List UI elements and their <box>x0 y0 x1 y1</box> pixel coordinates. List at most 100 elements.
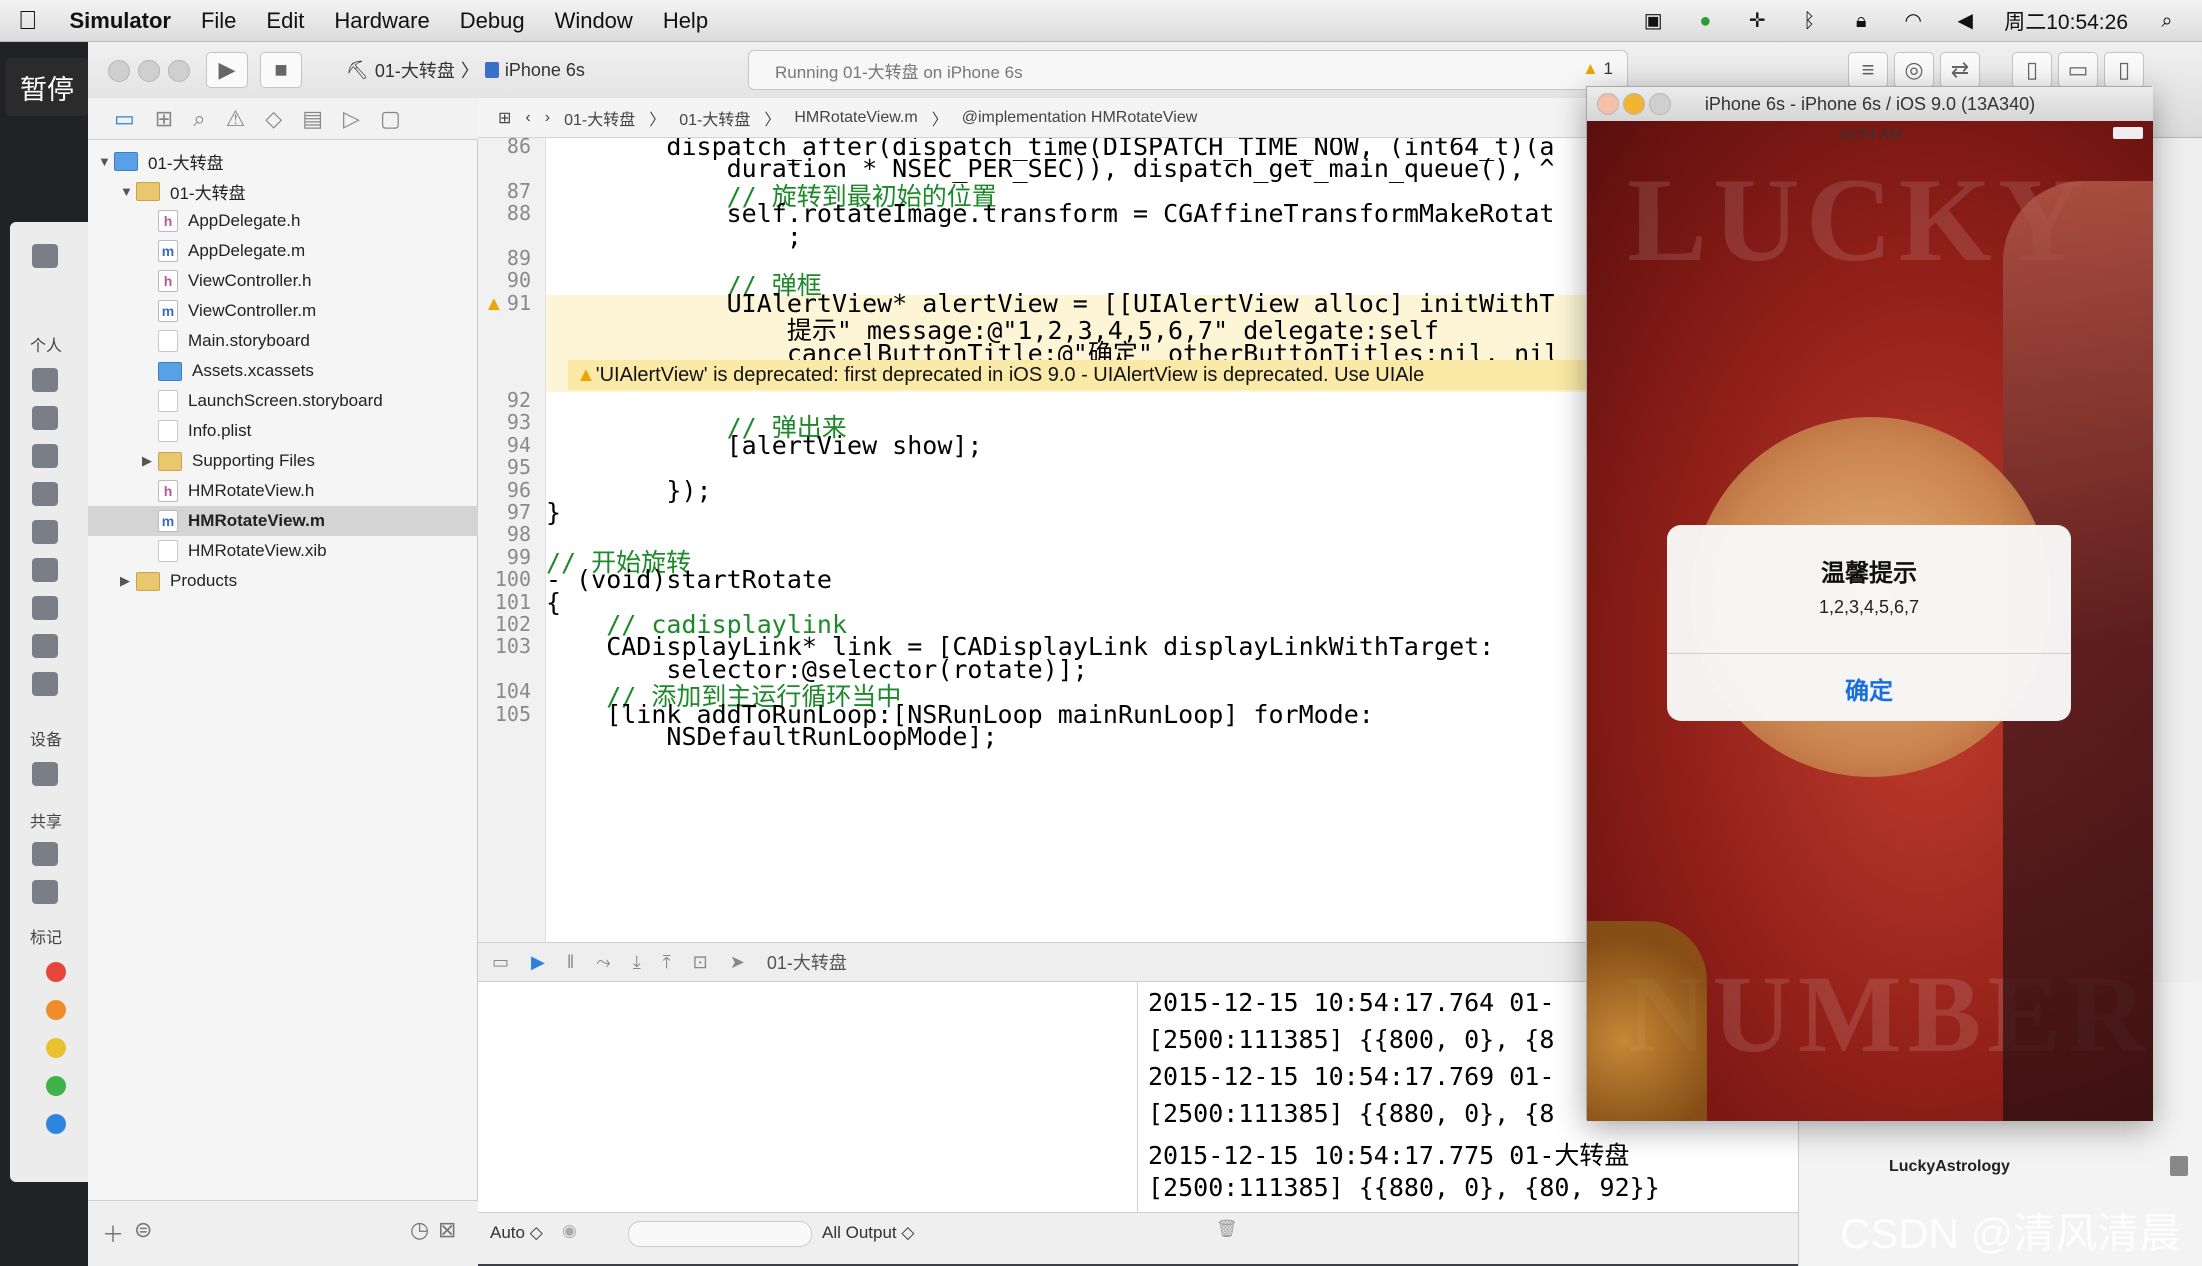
view-debugger-icon[interactable]: ⊡ <box>693 952 708 973</box>
library-item-name[interactable]: LuckyAstrology <box>1889 1158 2010 1176</box>
alert-confirm-button[interactable]: 确定 <box>1667 655 2071 721</box>
menu-file[interactable]: File <box>201 8 236 34</box>
test-navigator-icon[interactable]: ◇ <box>265 106 282 132</box>
breadcrumb-symbol[interactable]: @implementation HMRotateView <box>962 109 1198 127</box>
desktop-icon[interactable] <box>32 520 58 544</box>
menu-edit[interactable]: Edit <box>266 8 304 34</box>
issue-navigator-icon[interactable]: ⚠ <box>226 106 246 132</box>
project-navigator-icon[interactable]: ▭ <box>114 106 135 132</box>
zoom-window-button[interactable] <box>168 60 190 82</box>
airdrop-icon[interactable] <box>32 406 58 430</box>
file-tree-item[interactable]: HMRotateView.xib <box>88 536 532 566</box>
disclosure-triangle-icon[interactable]: ▼ <box>120 184 136 199</box>
file-tree-item[interactable]: ▶ Products <box>88 566 510 596</box>
toggle-navigator-icon[interactable]: ▯ <box>2012 52 2052 88</box>
folder-icon[interactable] <box>32 672 58 696</box>
zoom-window-button[interactable] <box>1649 93 1671 115</box>
unsaved-files-icon[interactable]: ⊠ <box>438 1217 456 1243</box>
auto-variables-select[interactable]: Auto ◇ <box>490 1223 543 1243</box>
related-items-icon[interactable]: ⊞ <box>498 108 511 128</box>
symbol-navigator-icon[interactable]: ⊞ <box>155 106 173 132</box>
disclosure-triangle-icon[interactable]: ▼ <box>98 154 114 169</box>
step-over-icon[interactable]: ⤳ <box>596 952 610 973</box>
close-window-button[interactable] <box>1597 93 1619 115</box>
tag-yellow-icon[interactable] <box>46 1038 66 1058</box>
code-line[interactable]: [alertView show]; <box>546 431 983 460</box>
file-tree-item[interactable]: m AppDelegate.m <box>88 236 532 266</box>
find-navigator-icon[interactable]: ⌕ <box>193 106 205 132</box>
move-icon[interactable]: ✛ <box>1744 10 1770 32</box>
eye-icon[interactable]: ◉ <box>562 1221 577 1241</box>
pause-icon[interactable]: ‖ <box>567 952 574 973</box>
report-navigator-icon[interactable]: ▢ <box>380 106 401 132</box>
file-tree-item[interactable]: Info.plist <box>88 416 532 446</box>
back-icon[interactable]: ‹ <box>525 109 530 127</box>
menu-debug[interactable]: Debug <box>460 8 525 34</box>
filter-icon[interactable]: ⊜ <box>134 1217 152 1243</box>
lock-icon[interactable]: 🔒︎ <box>1848 10 1874 32</box>
file-tree-item[interactable]: ▼ 01-大转盘 <box>88 176 510 206</box>
file-tree-item[interactable]: Assets.xcassets <box>88 356 532 386</box>
hide-debug-area-icon[interactable]: ▭ <box>492 952 509 973</box>
iphone-screen[interactable]: 10:54 AM LUCKY NUMBER 温馨提示 1,2,3,4,5,6,7… <box>1587 121 2153 1121</box>
tag-green-icon[interactable] <box>46 1076 66 1096</box>
computer-icon[interactable] <box>32 842 58 866</box>
toggle-debug-area-icon[interactable]: ▭ <box>2058 52 2098 88</box>
network-icon[interactable] <box>32 880 58 904</box>
menu-window[interactable]: Window <box>555 8 633 34</box>
recent-files-icon[interactable]: ◷ <box>410 1217 429 1243</box>
variables-filter-field[interactable] <box>628 1221 812 1247</box>
output-select[interactable]: All Output ◇ <box>822 1223 914 1243</box>
back-icon[interactable] <box>32 244 58 268</box>
source-editor[interactable]: dispatch_after(dispatch_time(DISPATCH_TI… <box>546 138 1592 942</box>
breadcrumb-group[interactable]: 01-大转盘 <box>679 106 750 130</box>
tag-red-icon[interactable] <box>46 962 66 982</box>
gutter-warning-icon[interactable]: ▲ <box>484 293 504 316</box>
screen-record-icon[interactable]: ▣ <box>1640 10 1666 32</box>
menu-help[interactable]: Help <box>663 8 708 34</box>
location-icon[interactable]: ➤ <box>730 952 745 973</box>
volume-icon[interactable]: ◀︎ <box>1952 10 1978 32</box>
standard-editor-icon[interactable]: ≡ <box>1848 52 1888 88</box>
deprecation-warning[interactable]: ▲ 'UIAlertView' is deprecated: first dep… <box>568 360 1592 390</box>
disclosure-triangle-icon[interactable]: ▶ <box>142 453 158 469</box>
file-tree-item[interactable]: ▶ Supporting Files <box>88 446 532 476</box>
line-number-gutter[interactable]: 86 87 88 89 90 91 92 93 94 95 96 97 98 99 100 101 102 103… <box>478 134 546 942</box>
file-tree-item[interactable]: ▼ 01-大转盘 <box>88 146 488 176</box>
bluetooth-icon[interactable]: ᛒ <box>1796 10 1822 32</box>
debug-navigator-icon[interactable]: ▤ <box>302 106 323 132</box>
close-window-button[interactable] <box>108 60 130 82</box>
menubar-clock[interactable]: 周二10:54:26 <box>2004 6 2128 36</box>
folder-icon[interactable] <box>32 596 58 620</box>
code-line[interactable]: ; <box>546 222 802 251</box>
file-tree-item[interactable]: h HMRotateView.h <box>88 476 532 506</box>
code-line[interactable]: } <box>546 498 561 527</box>
assistant-editor-icon[interactable]: ◎ <box>1894 52 1934 88</box>
file-tree-item[interactable]: h ViewController.h <box>88 266 532 296</box>
variables-view[interactable] <box>478 982 1138 1222</box>
run-button[interactable]: ▶ <box>206 52 248 88</box>
forward-icon[interactable]: › <box>545 109 550 127</box>
breakpoint-navigator-icon[interactable]: ▷ <box>343 106 360 132</box>
version-editor-icon[interactable]: ⇄ <box>1940 52 1980 88</box>
sync-icon[interactable]: ● <box>1692 10 1718 32</box>
spotlight-search-icon[interactable]: ⌕ <box>2154 10 2180 32</box>
trash-icon[interactable]: 🗑︎ <box>1216 1219 1238 1239</box>
step-in-icon[interactable]: ⤓ <box>633 952 641 973</box>
code-line[interactable]: - (void)startRotate <box>546 565 832 594</box>
menu-app-name[interactable]: Simulator <box>70 8 171 34</box>
menu-hardware[interactable]: Hardware <box>334 8 429 34</box>
file-tree-item[interactable]: m HMRotateView.m <box>88 506 532 536</box>
code-line[interactable]: }); <box>546 476 711 505</box>
tag-orange-icon[interactable] <box>46 1000 66 1020</box>
recents-icon[interactable] <box>32 368 58 392</box>
code-line[interactable]: NSDefaultRunLoopMode]; <box>546 722 997 751</box>
warning-count-badge[interactable]: ▲ 1 <box>1582 59 1613 79</box>
disclosure-triangle-icon[interactable]: ▶ <box>120 573 136 589</box>
minimize-window-button[interactable] <box>138 60 160 82</box>
toggle-utilities-icon[interactable]: ▯ <box>2104 52 2144 88</box>
file-tree-item[interactable]: h AppDelegate.h <box>88 206 532 236</box>
file-tree-item[interactable]: m ViewController.m <box>88 296 532 326</box>
folder-icon[interactable] <box>32 634 58 658</box>
file-tree-item[interactable]: LaunchScreen.storyboard <box>88 386 532 416</box>
